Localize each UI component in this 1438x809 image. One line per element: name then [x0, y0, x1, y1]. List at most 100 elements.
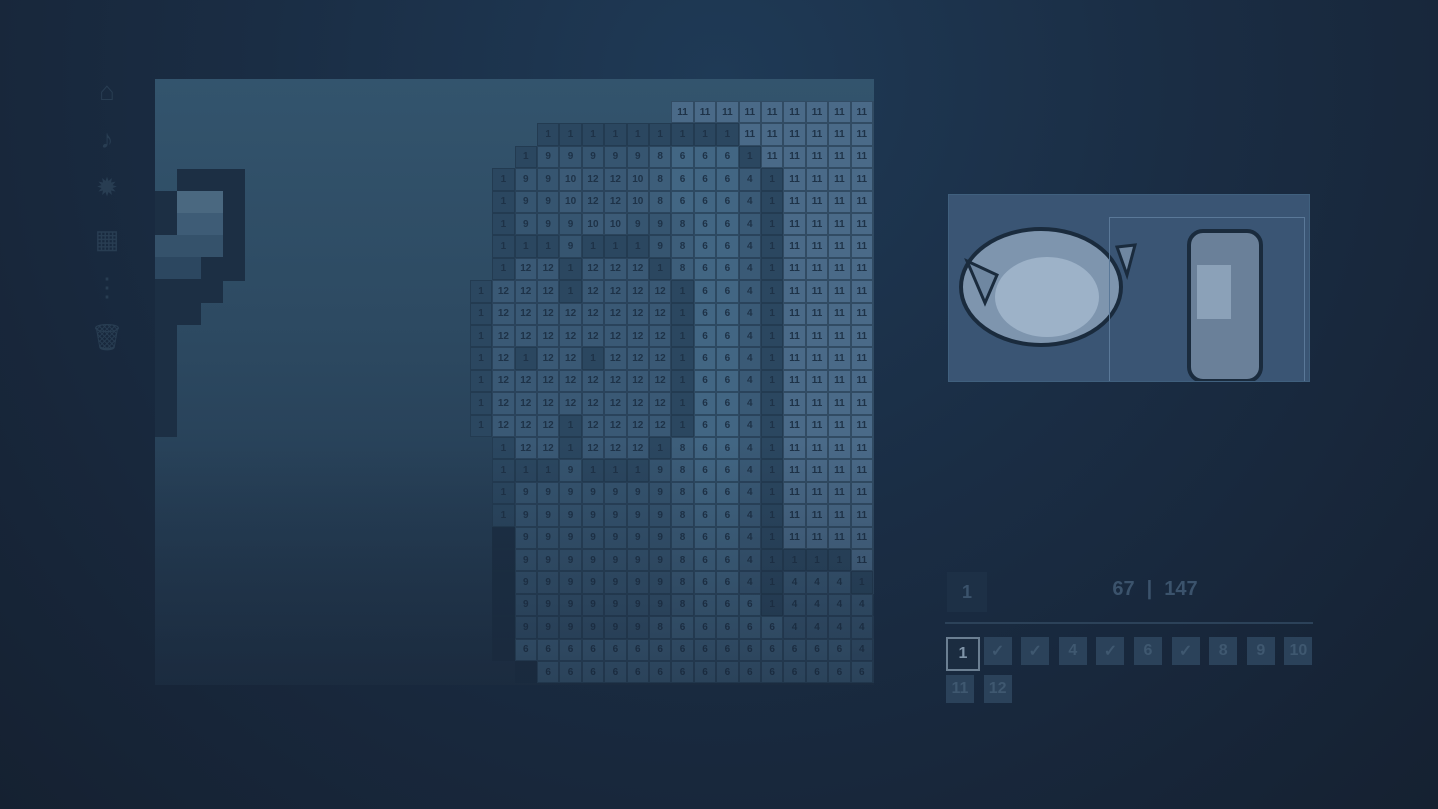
grid-cell[interactable]: 11 [828, 235, 851, 258]
grid-cell[interactable]: 12 [492, 302, 515, 325]
grid-cell[interactable]: 6 [671, 190, 694, 213]
grid-cell[interactable]: 6 [693, 571, 717, 594]
grid-cell[interactable]: 1 [581, 123, 605, 146]
grid-cell[interactable]: 11 [828, 347, 851, 370]
grid-cell[interactable]: 6 [716, 571, 739, 594]
grid-cell[interactable]: 9 [559, 481, 582, 505]
grid-cell[interactable]: 12 [604, 257, 627, 281]
grid-cell[interactable]: 11 [783, 302, 806, 325]
grid-cell[interactable]: 11 [850, 459, 873, 482]
grid-cell[interactable]: 6 [537, 661, 560, 684]
grid-cell[interactable]: 11 [716, 101, 739, 124]
grid-cell[interactable]: 6 [671, 638, 694, 661]
grid-cell[interactable]: 9 [514, 190, 537, 213]
grid-cell[interactable]: 11 [828, 526, 851, 549]
grid-cell[interactable]: 9 [604, 616, 627, 639]
grid-cell[interactable]: 6 [716, 213, 739, 236]
grid-cell[interactable]: 12 [604, 347, 627, 370]
grid-cell[interactable]: 12 [537, 369, 560, 393]
grid-cell[interactable]: 12 [492, 414, 515, 437]
grid-cell[interactable]: 1 [649, 123, 672, 146]
grid-cell[interactable]: 11 [805, 392, 829, 415]
grid-cell[interactable]: 12 [626, 347, 649, 370]
grid-cell[interactable]: 11 [873, 213, 874, 236]
pixel-canvas[interactable]: 11 11 11 11 11 11 11 11 11 1 1 1 1 1 1 1 1 1 11 11 11 11 11 11 1… [155, 79, 874, 685]
grid-cell[interactable]: 11 [805, 526, 829, 549]
grid-cell[interactable]: 1 [783, 549, 806, 572]
grid-cell[interactable]: 11 [873, 168, 874, 191]
grid-cell[interactable]: 12 [492, 280, 515, 303]
grid-cell[interactable]: 6 [626, 661, 649, 684]
grid-cell[interactable]: 8 [671, 257, 694, 281]
grid-cell[interactable]: 11 [783, 437, 806, 460]
grid-cell[interactable]: 1 [761, 392, 784, 415]
grid-cell[interactable]: 6 [604, 638, 627, 661]
grid-cell[interactable]: 9 [537, 190, 560, 213]
grid-cell[interactable]: 1 [671, 280, 694, 303]
grid-cell[interactable]: 12 [581, 369, 605, 393]
grid-cell[interactable]: 9 [537, 616, 560, 639]
grid-cell[interactable]: 12 [514, 437, 537, 460]
grid-cell[interactable]: 9 [604, 526, 627, 549]
grid-cell[interactable]: 9 [514, 213, 537, 236]
grid-cell[interactable]: 9 [559, 526, 582, 549]
grid-cell[interactable]: 11 [828, 325, 851, 348]
grid-cell[interactable]: 9 [626, 593, 649, 617]
grid-cell[interactable]: 9 [559, 235, 582, 258]
grid-cell[interactable]: 9 [649, 549, 672, 572]
grid-cell[interactable]: 11 [873, 280, 874, 303]
grid-cell[interactable]: 1 [514, 235, 537, 258]
grid-cell[interactable]: 6 [716, 190, 739, 213]
grid-cell[interactable]: 9 [649, 481, 672, 505]
grid-cell[interactable]: 11 [828, 369, 851, 393]
grid-cell[interactable]: 6 [716, 145, 739, 169]
grid-cell[interactable]: 9 [559, 571, 582, 594]
grid-cell[interactable]: 9 [537, 593, 560, 617]
grid-cell[interactable]: 12 [649, 347, 672, 370]
grid-cell[interactable]: 6 [671, 661, 694, 684]
grid-cell[interactable]: 11 [828, 459, 851, 482]
grid-cell[interactable]: 1 [469, 302, 493, 325]
grid-cell[interactable]: 11 [828, 280, 851, 303]
grid-cell[interactable]: 6 [693, 235, 717, 258]
grid-cell[interactable]: 4 [738, 481, 761, 505]
grid-cell[interactable]: 9 [559, 616, 582, 639]
palette-color-5[interactable]: ✓ [1096, 637, 1125, 665]
grid-cell[interactable]: 4 [738, 437, 761, 460]
grid-cell[interactable]: 4 [738, 571, 761, 594]
grid-cell[interactable]: 10 [604, 213, 627, 236]
grid-cell[interactable]: 9 [626, 616, 649, 639]
grid-cell[interactable]: 1 [716, 123, 739, 146]
grid-cell[interactable]: 4 [828, 593, 851, 617]
palette-color-7[interactable]: ✓ [1171, 637, 1200, 665]
grid-cell[interactable]: 12 [492, 347, 515, 370]
grid-cell[interactable]: 12 [514, 325, 537, 348]
grid-cell[interactable]: 11 [805, 280, 829, 303]
grid-cell[interactable]: 12 [581, 325, 605, 348]
grid-cell[interactable]: 12 [604, 325, 627, 348]
grid-cell[interactable]: 4 [873, 616, 874, 639]
grid-cell[interactable]: 1 [738, 145, 761, 169]
grid-cell[interactable]: 12 [559, 369, 582, 393]
grid-cell[interactable] [492, 638, 515, 661]
grid-cell[interactable]: 6 [693, 616, 717, 639]
grid-cell[interactable]: 11 [828, 145, 851, 169]
grid-cell[interactable]: 8 [671, 481, 694, 505]
grid-cell[interactable]: 1 [469, 369, 493, 393]
grid-cell[interactable]: 9 [626, 213, 649, 236]
grid-cell[interactable]: 11 [873, 257, 874, 281]
grid-cell[interactable] [492, 593, 515, 617]
grid-cell[interactable]: 11 [805, 437, 829, 460]
grid-cell[interactable]: 9 [649, 459, 672, 482]
grid-cell[interactable]: 8 [671, 593, 694, 617]
grid-cell[interactable]: 12 [559, 347, 582, 370]
grid-cell[interactable]: 6 [693, 437, 717, 460]
grid-cell[interactable]: 11 [850, 414, 873, 437]
grid-cell[interactable]: 12 [604, 302, 627, 325]
grid-cell[interactable]: 9 [537, 571, 560, 594]
grid-cell[interactable]: 4 [738, 549, 761, 572]
grid-cell[interactable]: 11 [850, 526, 873, 549]
grid-cell[interactable]: 9 [514, 571, 537, 594]
grid-cell[interactable]: 1 [492, 437, 515, 460]
grid-cell[interactable]: 6 [693, 257, 717, 281]
